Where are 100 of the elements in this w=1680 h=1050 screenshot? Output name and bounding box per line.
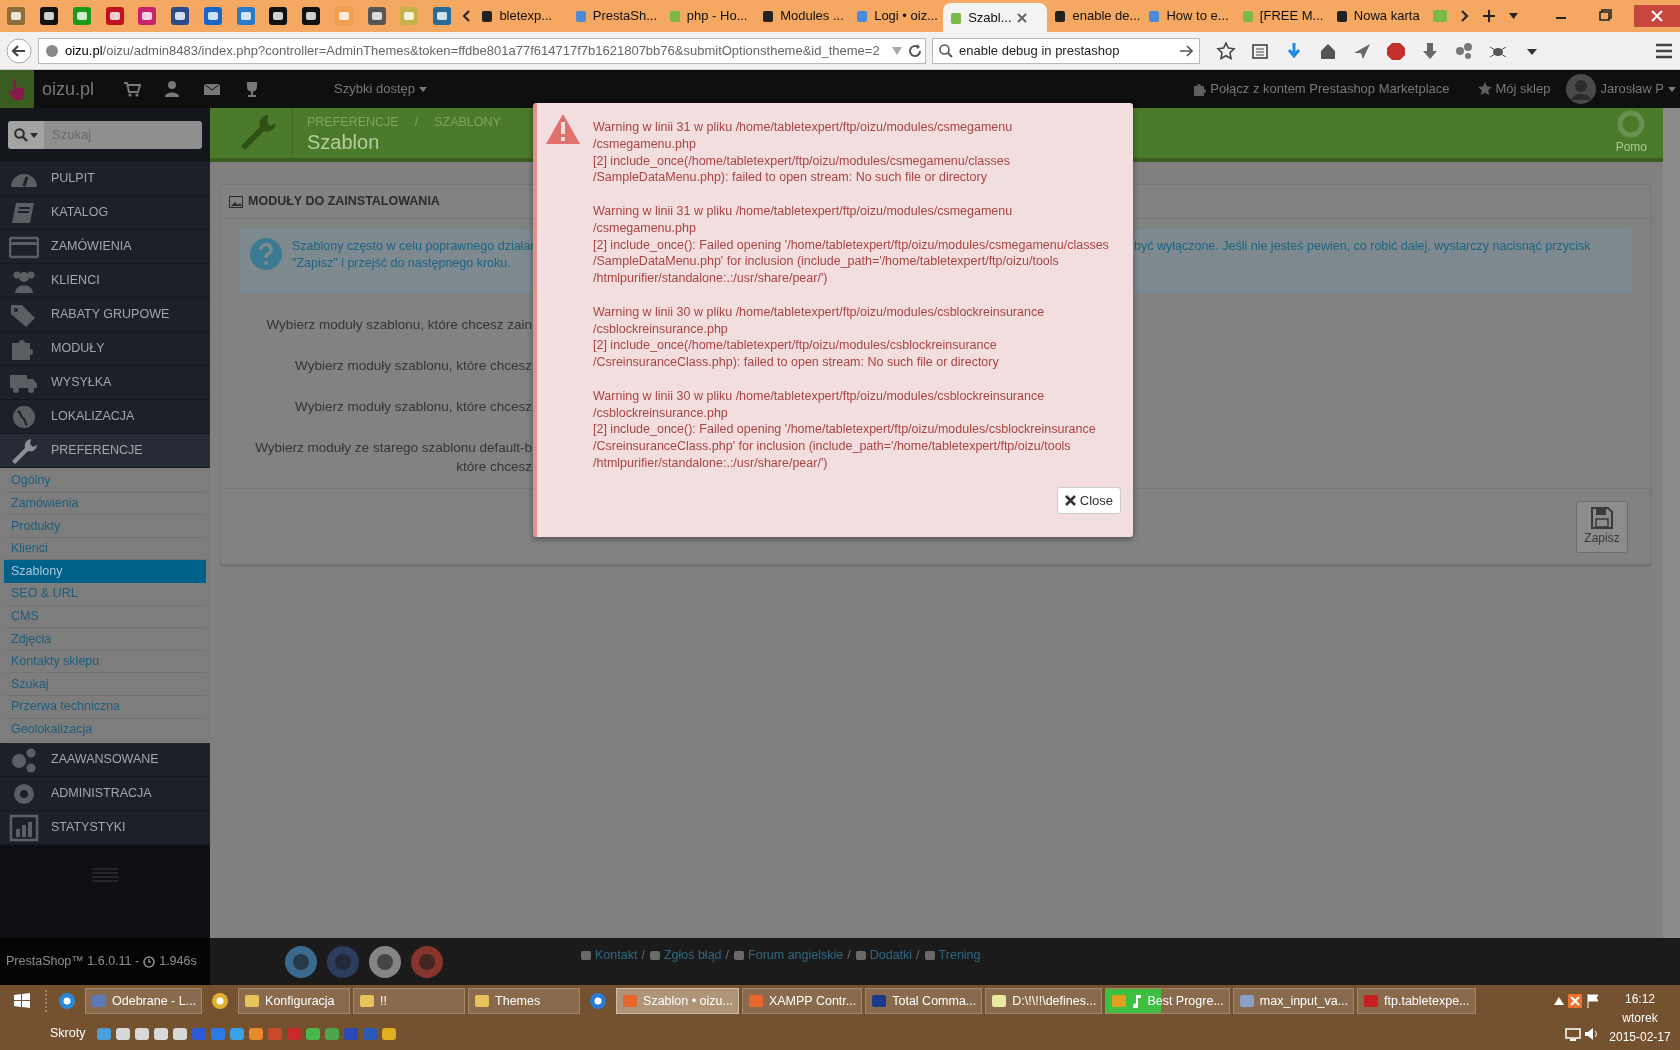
app-icon — [991, 993, 1008, 1010]
taskbar-button[interactable]: Odebrane - L... — [85, 988, 203, 1015]
browser-tab[interactable]: [FREE M... — [1234, 0, 1329, 32]
adblock-icon[interactable] — [1386, 40, 1406, 61]
app-icon[interactable] — [210, 991, 231, 1012]
taskbar-button[interactable]: Konfiguracja — [238, 988, 351, 1015]
globe-icon — [45, 43, 59, 58]
speaker-icon[interactable] — [1584, 1025, 1600, 1042]
star-icon[interactable] — [1216, 40, 1236, 61]
taskbar-button[interactable]: !! — [353, 988, 466, 1015]
shortcut-icon[interactable] — [172, 1025, 189, 1042]
submenu-item[interactable]: Szablony — [4, 560, 206, 583]
close-icon[interactable] — [1633, 5, 1680, 27]
browser-tab[interactable]: Szabl... — [943, 3, 1048, 32]
sidebar-item[interactable]: KLIENCI — [0, 264, 210, 298]
footer-link[interactable]: Trening — [923, 946, 981, 965]
xampp-icon[interactable] — [1567, 993, 1583, 1010]
close-button[interactable]: Close — [1056, 486, 1121, 515]
footer-link[interactable]: Kontakt — [580, 946, 638, 965]
user-menu[interactable]: Jarosław P — [1566, 74, 1676, 104]
taskbar-button[interactable]: Best Progre... — [1105, 988, 1230, 1015]
page-icon — [949, 10, 964, 25]
my-shop-link[interactable]: Mój sklep — [1477, 79, 1551, 99]
taskbar-clock[interactable]: 16:12 wtorek 2015-02-17 — [1600, 985, 1680, 1050]
shortcut-icon[interactable] — [134, 1025, 151, 1042]
new-tab-icon[interactable] — [1482, 10, 1495, 22]
arrow-down-icon[interactable] — [1420, 40, 1440, 61]
footer-link[interactable]: Dodatki — [854, 946, 913, 965]
bar-chart-icon — [9, 813, 39, 842]
site-name[interactable]: oizu.pl — [42, 75, 95, 103]
link-separator: / — [916, 947, 920, 965]
favicon-icon[interactable] — [170, 6, 191, 26]
shortcut-icon[interactable] — [153, 1025, 170, 1042]
shortcut-icon[interactable] — [96, 1025, 113, 1042]
network-icon[interactable] — [1565, 1025, 1581, 1042]
sidebar-item[interactable]: STATYSTYKI — [0, 811, 210, 846]
marketplace-link[interactable]: Połącz z kontem Prestashop Marketplace — [1192, 79, 1450, 99]
address-bar[interactable]: oizu.pl/oizu/admin8483/index.php?controller=AdminThemes&token=ffdbe801a77f614717f7b1621807bb76&submitOptionstheme&id_theme=2 — [38, 37, 926, 64]
save-button[interactable]: Zapisz — [1576, 500, 1628, 553]
flag-icon[interactable] — [1586, 993, 1600, 1010]
tray-arrow-icon[interactable] — [1554, 997, 1564, 1006]
browser-tab[interactable]: How to e... — [1141, 0, 1235, 32]
sidebar-item[interactable]: ZAMÓWIENIA — [0, 230, 210, 264]
search-field[interactable]: enable debug in prestashop — [932, 37, 1200, 64]
extension-icon[interactable] — [1454, 40, 1474, 61]
chevron-right-icon[interactable] — [1460, 10, 1469, 22]
favicon-icon[interactable] — [268, 6, 289, 26]
favicon-icon[interactable] — [366, 6, 387, 26]
taskbar-button[interactable]: XAMPP Contr... — [741, 988, 863, 1015]
browser-tab[interactable]: Modules ... — [755, 0, 850, 32]
close-icon[interactable] — [1016, 12, 1027, 23]
shortcut-icon[interactable] — [248, 1025, 265, 1042]
browser-tab[interactable]: bletexp... — [474, 0, 568, 32]
image-icon — [229, 195, 243, 208]
caret-icon[interactable] — [1508, 13, 1518, 19]
sidebar-item[interactable]: ZAAWANSOWANE — [0, 743, 210, 778]
app-icon[interactable] — [57, 991, 77, 1012]
shortcut-icon[interactable] — [305, 1025, 322, 1042]
app-icon[interactable] — [588, 991, 609, 1012]
user-icon[interactable] — [163, 80, 182, 98]
taskbar-button[interactable]: Themes — [468, 988, 581, 1015]
footer-link[interactable]: Zgłoś błąd — [648, 946, 722, 965]
cart-icon[interactable] — [123, 80, 142, 98]
sidebar-item[interactable]: PULPIT — [0, 162, 210, 196]
arrow-right-icon[interactable] — [1180, 44, 1193, 57]
taskbar-button[interactable]: D:\!\!!\defines... — [985, 988, 1103, 1015]
sidebar-item[interactable]: PREFERENCJE — [0, 434, 210, 468]
sidebar-item[interactable]: MODUŁY — [0, 332, 210, 366]
favicon-icon[interactable] — [39, 6, 60, 26]
toolbar-label: Skroty — [50, 1025, 86, 1043]
favicon-icon[interactable] — [301, 6, 322, 26]
browser-tab[interactable]: Nowa karta — [1328, 0, 1423, 32]
sidebar-item[interactable]: RABATY GRUPOWE — [0, 298, 210, 332]
taskbar-button[interactable]: Total Comma... — [865, 988, 983, 1015]
sidebar-item[interactable]: LOKALIZACJA — [0, 400, 210, 434]
browser-tab[interactable]: PrestaSh... — [567, 0, 662, 32]
page-icon — [761, 9, 776, 23]
browser-tab[interactable]: Logi • oiz... — [849, 0, 944, 32]
taskbar-button[interactable]: ftp.tabletexpe... — [1357, 988, 1476, 1015]
github-icon[interactable] — [368, 944, 402, 979]
footer-link[interactable]: Forum angielskie — [733, 946, 844, 965]
chevron-left-icon[interactable] — [462, 10, 471, 22]
scrollbar[interactable] — [1663, 108, 1680, 938]
sidebar-item[interactable]: KATALOG — [0, 196, 210, 230]
reload-icon[interactable] — [907, 43, 922, 58]
help-button[interactable]: Pomo — [1615, 110, 1647, 156]
search-scope-button[interactable] — [8, 121, 44, 149]
page-icon — [855, 9, 870, 23]
browser-tab[interactable]: php - Ho... — [661, 0, 756, 32]
back-icon[interactable] — [6, 37, 32, 64]
taskbar-button[interactable]: max_input_va... — [1232, 988, 1355, 1015]
quick-access-menu[interactable]: Szybki dostęp — [334, 79, 427, 99]
browser-tab[interactable]: enable de... — [1047, 0, 1142, 32]
sidebar-item[interactable]: WYSYŁKA — [0, 366, 210, 400]
shortcut-icon[interactable] — [115, 1025, 132, 1042]
shortcut-icon[interactable] — [229, 1025, 246, 1042]
shortcut-icon[interactable] — [381, 1025, 398, 1042]
taskbar-button[interactable]: Szablon • oizu... — [616, 988, 739, 1015]
twitter-icon[interactable] — [284, 944, 318, 979]
sidebar-item[interactable]: ADMINISTRACJA — [0, 777, 210, 812]
